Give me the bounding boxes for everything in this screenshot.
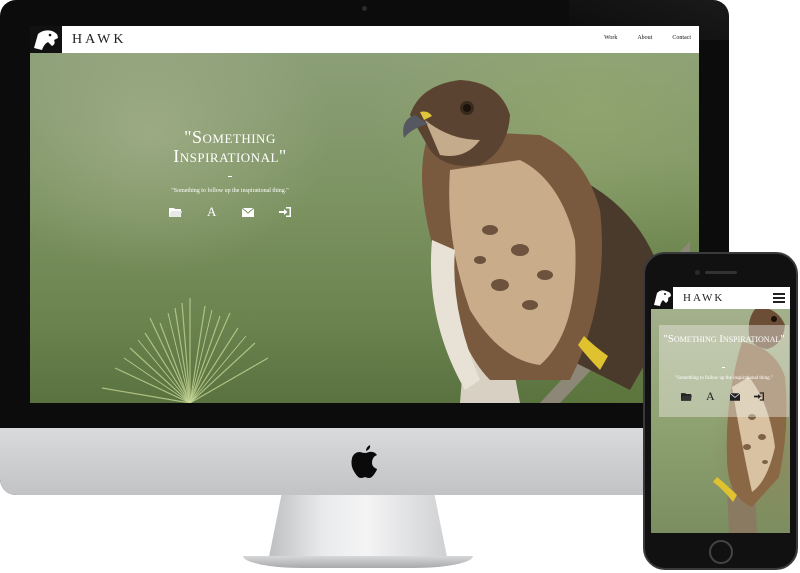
desktop-website-screen: HAWK Work About Contact "Something Inspi… — [30, 26, 699, 403]
pine-grass-illustration — [101, 298, 269, 403]
hamburger-menu-icon[interactable] — [773, 293, 785, 303]
font-icon[interactable]: A — [704, 389, 716, 403]
sign-in-icon[interactable] — [753, 391, 765, 402]
imac-stand — [268, 490, 448, 562]
hero-divider — [228, 176, 232, 177]
phone-speaker — [705, 271, 737, 274]
top-navigation-bar: HAWK Work About Contact — [30, 26, 699, 53]
mobile-hero-subtitle: "Something to follow up the inspirationa… — [675, 376, 773, 381]
folder-icon[interactable] — [680, 391, 692, 402]
hawk-head-icon — [654, 290, 671, 306]
hawk-head-icon — [34, 30, 58, 50]
desktop-monitor: HAWK Work About Contact "Something Inspi… — [0, 0, 729, 495]
phone-camera — [695, 270, 700, 275]
nav-link-work[interactable]: Work — [604, 35, 617, 41]
nav-link-contact[interactable]: Contact — [672, 35, 691, 41]
envelope-icon[interactable] — [729, 391, 741, 402]
mobile-hero-divider — [722, 367, 725, 368]
mobile-hawk-logo[interactable] — [651, 287, 673, 309]
imac-stand-base — [243, 556, 473, 568]
folder-icon[interactable] — [168, 206, 182, 218]
mobile-website-screen: HAWK "Something Inspirational" "Somethin… — [651, 287, 790, 533]
nav-links: Work About Contact — [604, 35, 691, 41]
font-icon[interactable]: A — [205, 204, 219, 219]
hawk-photo-illustration — [403, 80, 690, 403]
mobile-navigation-bar: HAWK — [651, 287, 790, 309]
mobile-hero-title: "Something Inspirational" — [663, 333, 785, 345]
hero-icon-row: A — [168, 204, 292, 219]
sign-in-icon[interactable] — [278, 206, 292, 218]
mobile-site-title[interactable]: HAWK — [683, 292, 724, 304]
hawk-logo[interactable] — [30, 26, 62, 53]
apple-logo-icon — [351, 445, 377, 478]
hero-title: "Something Inspirational" — [173, 127, 287, 166]
envelope-icon[interactable] — [241, 206, 255, 218]
mobile-hero-icon-row: A — [680, 389, 765, 403]
mobile-phone: HAWK "Something Inspirational" "Somethin… — [643, 252, 798, 570]
site-title[interactable]: HAWK — [72, 32, 126, 48]
nav-link-about[interactable]: About — [637, 35, 652, 41]
hero-subtitle: "Something to follow up the inspirationa… — [171, 188, 289, 194]
phone-home-button[interactable] — [709, 540, 733, 564]
camera-dot — [362, 6, 367, 11]
